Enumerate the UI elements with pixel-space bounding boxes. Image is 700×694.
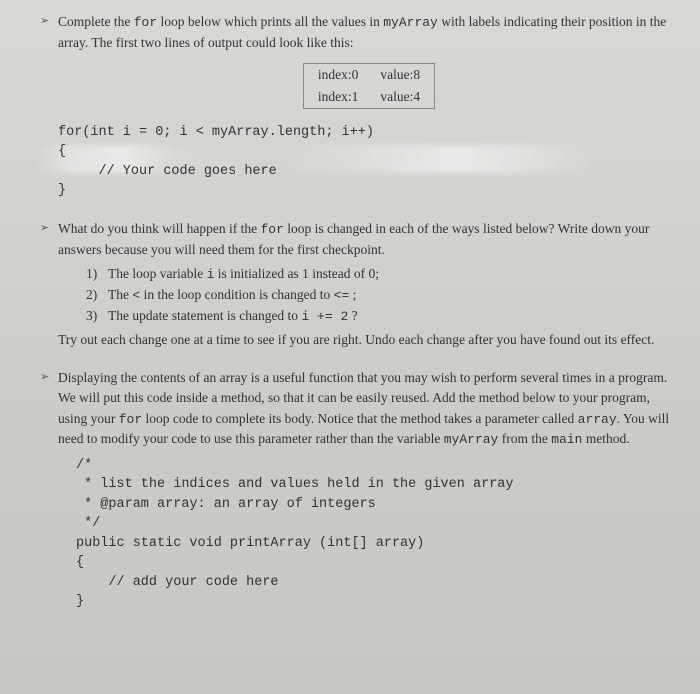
item-number: 1) xyxy=(86,266,108,282)
item-text: The update statement is changed to i += … xyxy=(108,308,358,324)
section2-outro: Try out each change one at a time to see… xyxy=(58,330,680,350)
keyword-myarray: myArray xyxy=(383,15,438,30)
list-item: 2) The < in the loop condition is change… xyxy=(86,287,680,303)
list-item: 3) The update statement is changed to i … xyxy=(86,308,680,324)
example-row: index:0 value:8 xyxy=(304,64,434,86)
keyword-for: for xyxy=(119,412,142,427)
section3-intro: Displaying the contents of an array is a… xyxy=(58,368,680,450)
keyword-myarray: myArray xyxy=(444,432,499,447)
example-cell: index:1 xyxy=(318,89,359,105)
numbered-list: 1) The loop variable i is initialized as… xyxy=(86,266,680,324)
example-output-box: index:0 value:8 index:1 value:4 xyxy=(303,63,435,109)
item-text: The loop variable i is initialized as 1 … xyxy=(108,266,379,282)
list-item: 1) The loop variable i is initialized as… xyxy=(86,266,680,282)
text: method. xyxy=(582,431,629,446)
keyword-for: for xyxy=(134,15,157,30)
section-print-array-method: Displaying the contents of an array is a… xyxy=(20,368,680,612)
text: loop below which prints all the values i… xyxy=(157,14,383,29)
text: Complete the xyxy=(58,14,134,29)
item-number: 2) xyxy=(86,287,108,303)
text: The loop variable xyxy=(108,266,207,281)
item-text: The < in the loop condition is changed t… xyxy=(108,287,356,303)
keyword-inc: i += 2 xyxy=(301,309,348,324)
section-complete-loop: Complete the for loop below which prints… xyxy=(20,12,680,201)
text: The update statement is changed to xyxy=(108,308,301,323)
item-number: 3) xyxy=(86,308,108,324)
example-row: index:1 value:4 xyxy=(304,86,434,108)
bullet-icon xyxy=(40,370,49,383)
section2-intro: What do you think will happen if the for… xyxy=(58,219,680,260)
example-cell: value:8 xyxy=(380,67,420,83)
text: ; xyxy=(349,287,356,302)
text: is initialized as 1 instead of 0; xyxy=(214,266,379,281)
keyword-main: main xyxy=(551,432,582,447)
code-block-for-loop: for(int i = 0; i < myArray.length; i++) … xyxy=(58,123,680,201)
section1-intro: Complete the for loop below which prints… xyxy=(58,12,680,53)
keyword-lte: <= xyxy=(334,288,350,303)
text: The xyxy=(108,287,132,302)
text: loop code to complete its body. Notice t… xyxy=(142,411,577,426)
text: What do you think will happen if the xyxy=(58,221,260,236)
text: ? xyxy=(348,308,357,323)
keyword-for: for xyxy=(260,222,283,237)
example-cell: value:4 xyxy=(380,89,420,105)
text: in the loop condition is changed to xyxy=(140,287,333,302)
keyword-array: array xyxy=(578,412,617,427)
section-predict-changes: What do you think will happen if the for… xyxy=(20,219,680,350)
bullet-icon xyxy=(40,221,49,234)
bullet-icon xyxy=(40,14,49,27)
code-block-print-array: /* * list the indices and values held in… xyxy=(76,456,680,613)
example-cell: index:0 xyxy=(318,67,359,83)
text: from the xyxy=(498,431,551,446)
